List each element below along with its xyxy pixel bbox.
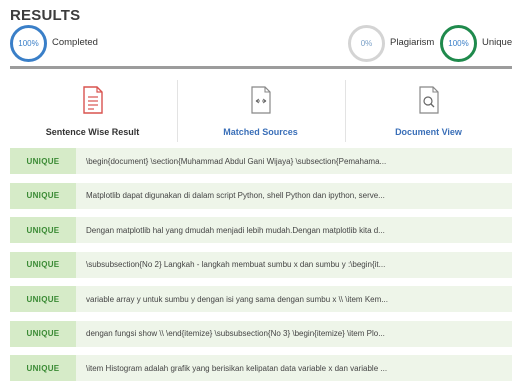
sentence-text: \subsubsection{No 2} Langkah - langkah m… <box>86 260 386 269</box>
unique-circle: 100% <box>440 25 477 62</box>
sentence-results-list: UNIQUE \begin{document} \section{Muhamma… <box>10 148 512 390</box>
status-badge: UNIQUE <box>10 251 76 278</box>
list-item[interactable]: UNIQUE \item Histogram adalah grafik yan… <box>10 355 512 381</box>
status-badge: UNIQUE <box>10 182 76 209</box>
sentence-text: variable array y untuk sumbu y dengan is… <box>86 294 388 304</box>
results-title: RESULTS <box>10 7 81 24</box>
plagiarism-circle: 0% <box>348 25 385 62</box>
tab-document-label: Document View <box>395 127 462 137</box>
list-item[interactable]: UNIQUE variable array y untuk sumbu y de… <box>10 286 512 312</box>
document-list-icon <box>82 86 103 114</box>
status-badge: UNIQUE <box>10 320 76 347</box>
completed-label: Completed <box>52 37 98 48</box>
unique-label: Unique <box>482 37 512 48</box>
sentence-text: \item Histogram adalah grafik yang beris… <box>86 363 388 373</box>
list-item[interactable]: UNIQUE dengan fungsi show \\ \end{itemiz… <box>10 320 512 347</box>
status-badge: UNIQUE <box>10 286 76 312</box>
list-item[interactable]: UNIQUE Matplotlib dapat digunakan di dal… <box>10 182 512 209</box>
header-divider <box>10 66 512 69</box>
status-badge: UNIQUE <box>10 148 76 174</box>
list-item[interactable]: UNIQUE \subsubsection{No 2} Langkah - la… <box>10 251 512 278</box>
sentence-text: Dengan matplotlib hal yang dmudah menjad… <box>86 225 385 235</box>
document-arrows-icon <box>250 86 271 114</box>
completed-circle: 100% <box>10 25 47 62</box>
tab-matched-sources[interactable]: Matched Sources <box>178 80 343 142</box>
sentence-text: Matplotlib dapat digunakan di dalam scri… <box>86 191 385 200</box>
sentence-text: dengan fungsi show \\ \end{itemize} \sub… <box>86 329 385 338</box>
tab-document-view[interactable]: Document View <box>346 80 511 142</box>
tab-sentence-wise-result[interactable]: Sentence Wise Result <box>10 80 175 142</box>
list-item[interactable]: UNIQUE \begin{document} \section{Muhamma… <box>10 148 512 174</box>
unique-percent: 100% <box>448 39 469 48</box>
plagiarism-percent: 0% <box>360 39 373 48</box>
list-item[interactable]: UNIQUE Dengan matplotlib hal yang dmudah… <box>10 217 512 243</box>
completed-percent: 100% <box>18 39 39 48</box>
status-badge: UNIQUE <box>10 355 76 381</box>
tab-sentence-label: Sentence Wise Result <box>45 127 140 137</box>
document-search-icon <box>418 86 439 114</box>
plagiarism-label: Plagiarism <box>390 37 435 48</box>
status-badge: UNIQUE <box>10 217 76 243</box>
sentence-text: \begin{document} \section{Muhammad Abdul… <box>86 156 387 166</box>
tab-matched-label: Matched Sources <box>223 127 298 137</box>
